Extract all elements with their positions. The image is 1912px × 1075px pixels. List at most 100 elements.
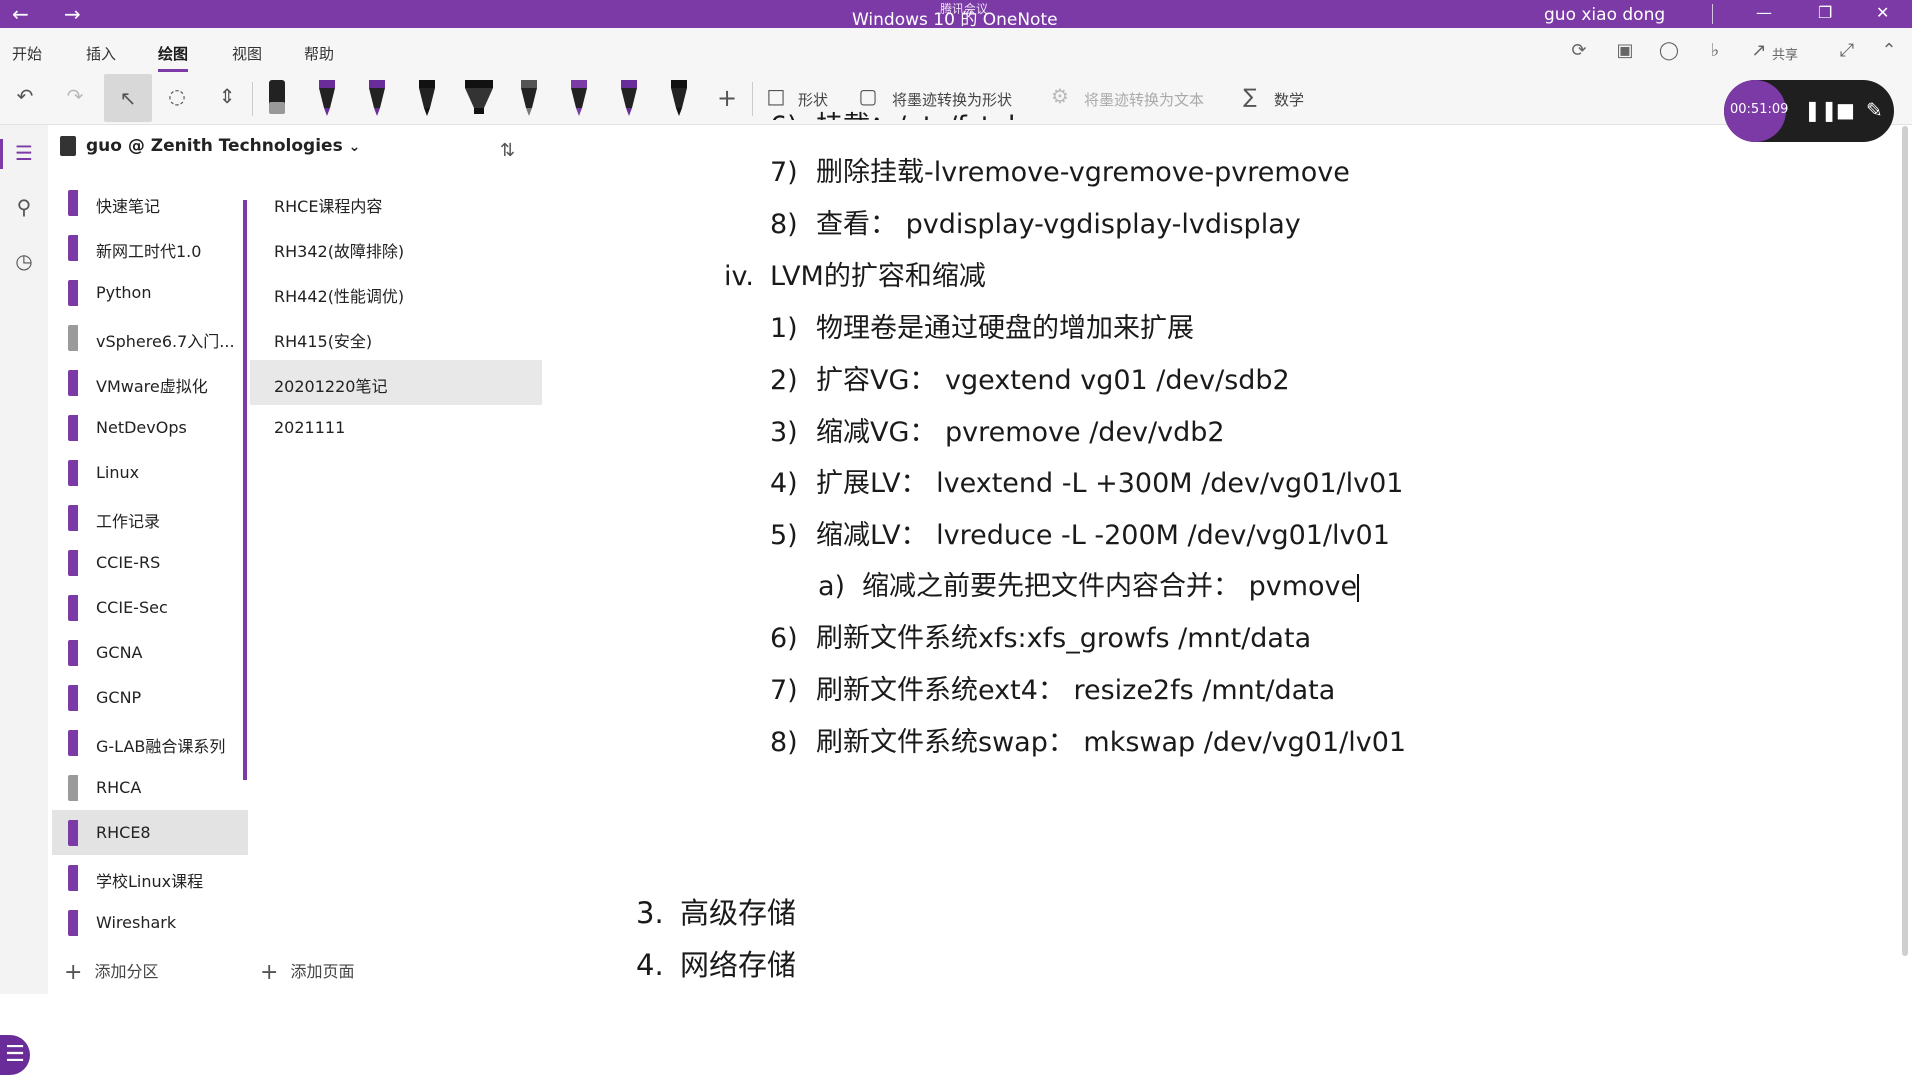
section-item[interactable]: Linux: [52, 450, 248, 495]
toolbar-divider: [252, 82, 253, 116]
stop-icon[interactable]: ■: [1836, 98, 1855, 122]
section-item[interactable]: CCIE-RS: [52, 540, 248, 585]
tab-insert[interactable]: 插入: [86, 43, 116, 64]
section-item[interactable]: GCNP: [52, 675, 248, 720]
list-number: 5): [770, 520, 798, 551]
notebooks-icon[interactable]: ▣: [1614, 40, 1636, 62]
note-canvas[interactable]: 6)挂载：/etc/fstab 7)删除挂载-lvremove-vgremove…: [560, 111, 1900, 994]
pen-purple-icon[interactable]: [616, 76, 642, 118]
redo-icon[interactable]: ↷: [62, 84, 88, 112]
note-text: 高级存储: [680, 896, 797, 930]
page-item-selected[interactable]: 20201220笔记: [250, 360, 542, 405]
ink-to-text-icon[interactable]: ⚙: [1048, 84, 1072, 112]
section-item[interactable]: GCNA: [52, 630, 248, 675]
tab-help[interactable]: 帮助: [304, 43, 334, 64]
forward-arrow-icon[interactable]: →: [64, 2, 81, 26]
pen-purple-icon[interactable]: [314, 76, 340, 118]
page-label: RH415(安全): [274, 332, 373, 351]
note-text: 刷新文件系统ext4： resize2fs /mnt/data: [816, 675, 1336, 706]
list-number: 4): [770, 468, 798, 499]
section-item[interactable]: RHCA: [52, 765, 248, 810]
section-item[interactable]: G-LAB融合课系列: [52, 720, 248, 765]
bell-icon[interactable]: ♭: [1704, 40, 1726, 62]
section-item[interactable]: 工作记录: [52, 495, 248, 540]
section-label: 快速笔记: [96, 197, 161, 216]
pencil-icon[interactable]: ✎: [1866, 98, 1883, 122]
section-item[interactable]: Wireshark: [52, 900, 248, 945]
title-divider: [1712, 4, 1713, 24]
lightbulb-icon[interactable]: ◯: [1658, 40, 1680, 62]
notebook-selector[interactable]: guo @ Zenith Technologies ⌄: [60, 136, 360, 166]
sort-icon[interactable]: ⇅: [500, 140, 515, 161]
section-item[interactable]: 学校Linux课程: [52, 855, 248, 900]
note-text: 扩容VG： vgextend vg01 /dev/sdb2: [816, 365, 1290, 396]
section-label: Wireshark: [96, 913, 177, 932]
more-chevron-icon[interactable]: ⌃: [1878, 40, 1900, 62]
section-color-tab: [68, 505, 78, 531]
note-line: 2) 扩容VG： vgextend vg01 /dev/sdb2: [770, 358, 1290, 397]
sync-icon[interactable]: ⟳: [1568, 40, 1590, 62]
page-item[interactable]: 2021111: [250, 405, 542, 450]
search-icon[interactable]: ⚲: [12, 195, 36, 219]
page-label: 20201220笔记: [274, 377, 388, 396]
tab-draw[interactable]: 绘图: [158, 43, 189, 72]
list-number: 2): [770, 365, 798, 396]
note-text: 挂载：/etc/fstab: [816, 111, 1025, 120]
section-item[interactable]: CCIE-Sec: [52, 585, 248, 630]
section-item-selected[interactable]: RHCE8: [52, 810, 248, 855]
maximize-icon[interactable]: ❐: [1818, 3, 1832, 22]
section-color-tab: [68, 460, 78, 486]
plus-icon: +: [260, 960, 279, 985]
section-label: CCIE-Sec: [96, 598, 168, 617]
expand-icon[interactable]: ⤢: [1836, 40, 1858, 62]
section-item[interactable]: VMware虚拟化: [52, 360, 248, 405]
pen-black-icon[interactable]: [666, 76, 692, 118]
ink-to-text-button[interactable]: 将墨迹转换为文本: [1084, 89, 1204, 110]
page-item[interactable]: RH342(故障排除): [250, 225, 542, 270]
list-number: 7): [770, 675, 798, 706]
note-line: 8) 查看： pvdisplay-vgdisplay-lvdisplay: [770, 202, 1301, 241]
user-name[interactable]: guo xiao dong: [1544, 5, 1665, 25]
navigation-toggle-icon[interactable]: ☰: [0, 1035, 30, 1075]
add-space-icon[interactable]: ⇕: [214, 84, 240, 112]
math-icon[interactable]: ∑: [1238, 84, 1262, 112]
note-scrollbar[interactable]: [1902, 126, 1908, 956]
galaxy-pen-icon[interactable]: [516, 76, 542, 118]
section-color-tab: [68, 865, 78, 891]
section-item[interactable]: 新网工时代1.0: [52, 225, 248, 270]
type-select-icon[interactable]: ↖: [104, 74, 152, 122]
pen-black-icon[interactable]: [414, 76, 440, 118]
undo-icon[interactable]: ↶: [12, 84, 38, 112]
page-item[interactable]: RH415(安全): [250, 315, 542, 360]
lasso-select-icon[interactable]: ◌: [164, 84, 190, 112]
recent-clock-icon[interactable]: ◷: [12, 249, 36, 273]
back-arrow-icon[interactable]: ←: [12, 2, 29, 26]
eraser-icon[interactable]: [264, 76, 290, 118]
add-pen-icon[interactable]: +: [714, 84, 740, 112]
add-page-label: 添加页面: [290, 962, 355, 981]
pen-purple-icon[interactable]: [566, 76, 592, 118]
close-icon[interactable]: ✕: [1876, 3, 1889, 22]
add-page-button[interactable]: + 添加页面: [260, 958, 354, 985]
section-item[interactable]: Python: [52, 270, 248, 315]
tab-view[interactable]: 视图: [232, 43, 262, 64]
section-item[interactable]: 快速笔记: [52, 180, 248, 225]
highlighter-icon[interactable]: [462, 76, 496, 118]
add-section-button[interactable]: + 添加分区: [64, 958, 158, 985]
tab-home[interactable]: 开始: [12, 43, 42, 64]
notebooks-library-icon[interactable]: ☰: [12, 141, 36, 165]
section-scrollbar[interactable]: [243, 200, 247, 780]
minimize-icon[interactable]: —: [1756, 3, 1772, 22]
page-item[interactable]: RH442(性能调优): [250, 270, 542, 315]
note-line: 8) 刷新文件系统swap： mkswap /dev/vg01/lv01: [770, 720, 1406, 759]
section-item[interactable]: NetDevOps: [52, 405, 248, 450]
pause-icon[interactable]: ❚❚: [1804, 98, 1838, 122]
share-icon[interactable]: ↗: [1748, 40, 1770, 62]
page-item[interactable]: RHCE课程内容: [250, 180, 542, 225]
math-button[interactable]: 数学: [1274, 89, 1304, 110]
pen-purple-icon[interactable]: [364, 76, 390, 118]
note-text: 扩展LV： lvextend -L +300M /dev/vg01/lv01: [816, 468, 1404, 499]
share-label[interactable]: 共享: [1772, 44, 1798, 66]
section-item[interactable]: vSphere6.7入门...: [52, 315, 248, 360]
note-line: 1) 物理卷是通过硬盘的增加来扩展: [770, 306, 1194, 345]
